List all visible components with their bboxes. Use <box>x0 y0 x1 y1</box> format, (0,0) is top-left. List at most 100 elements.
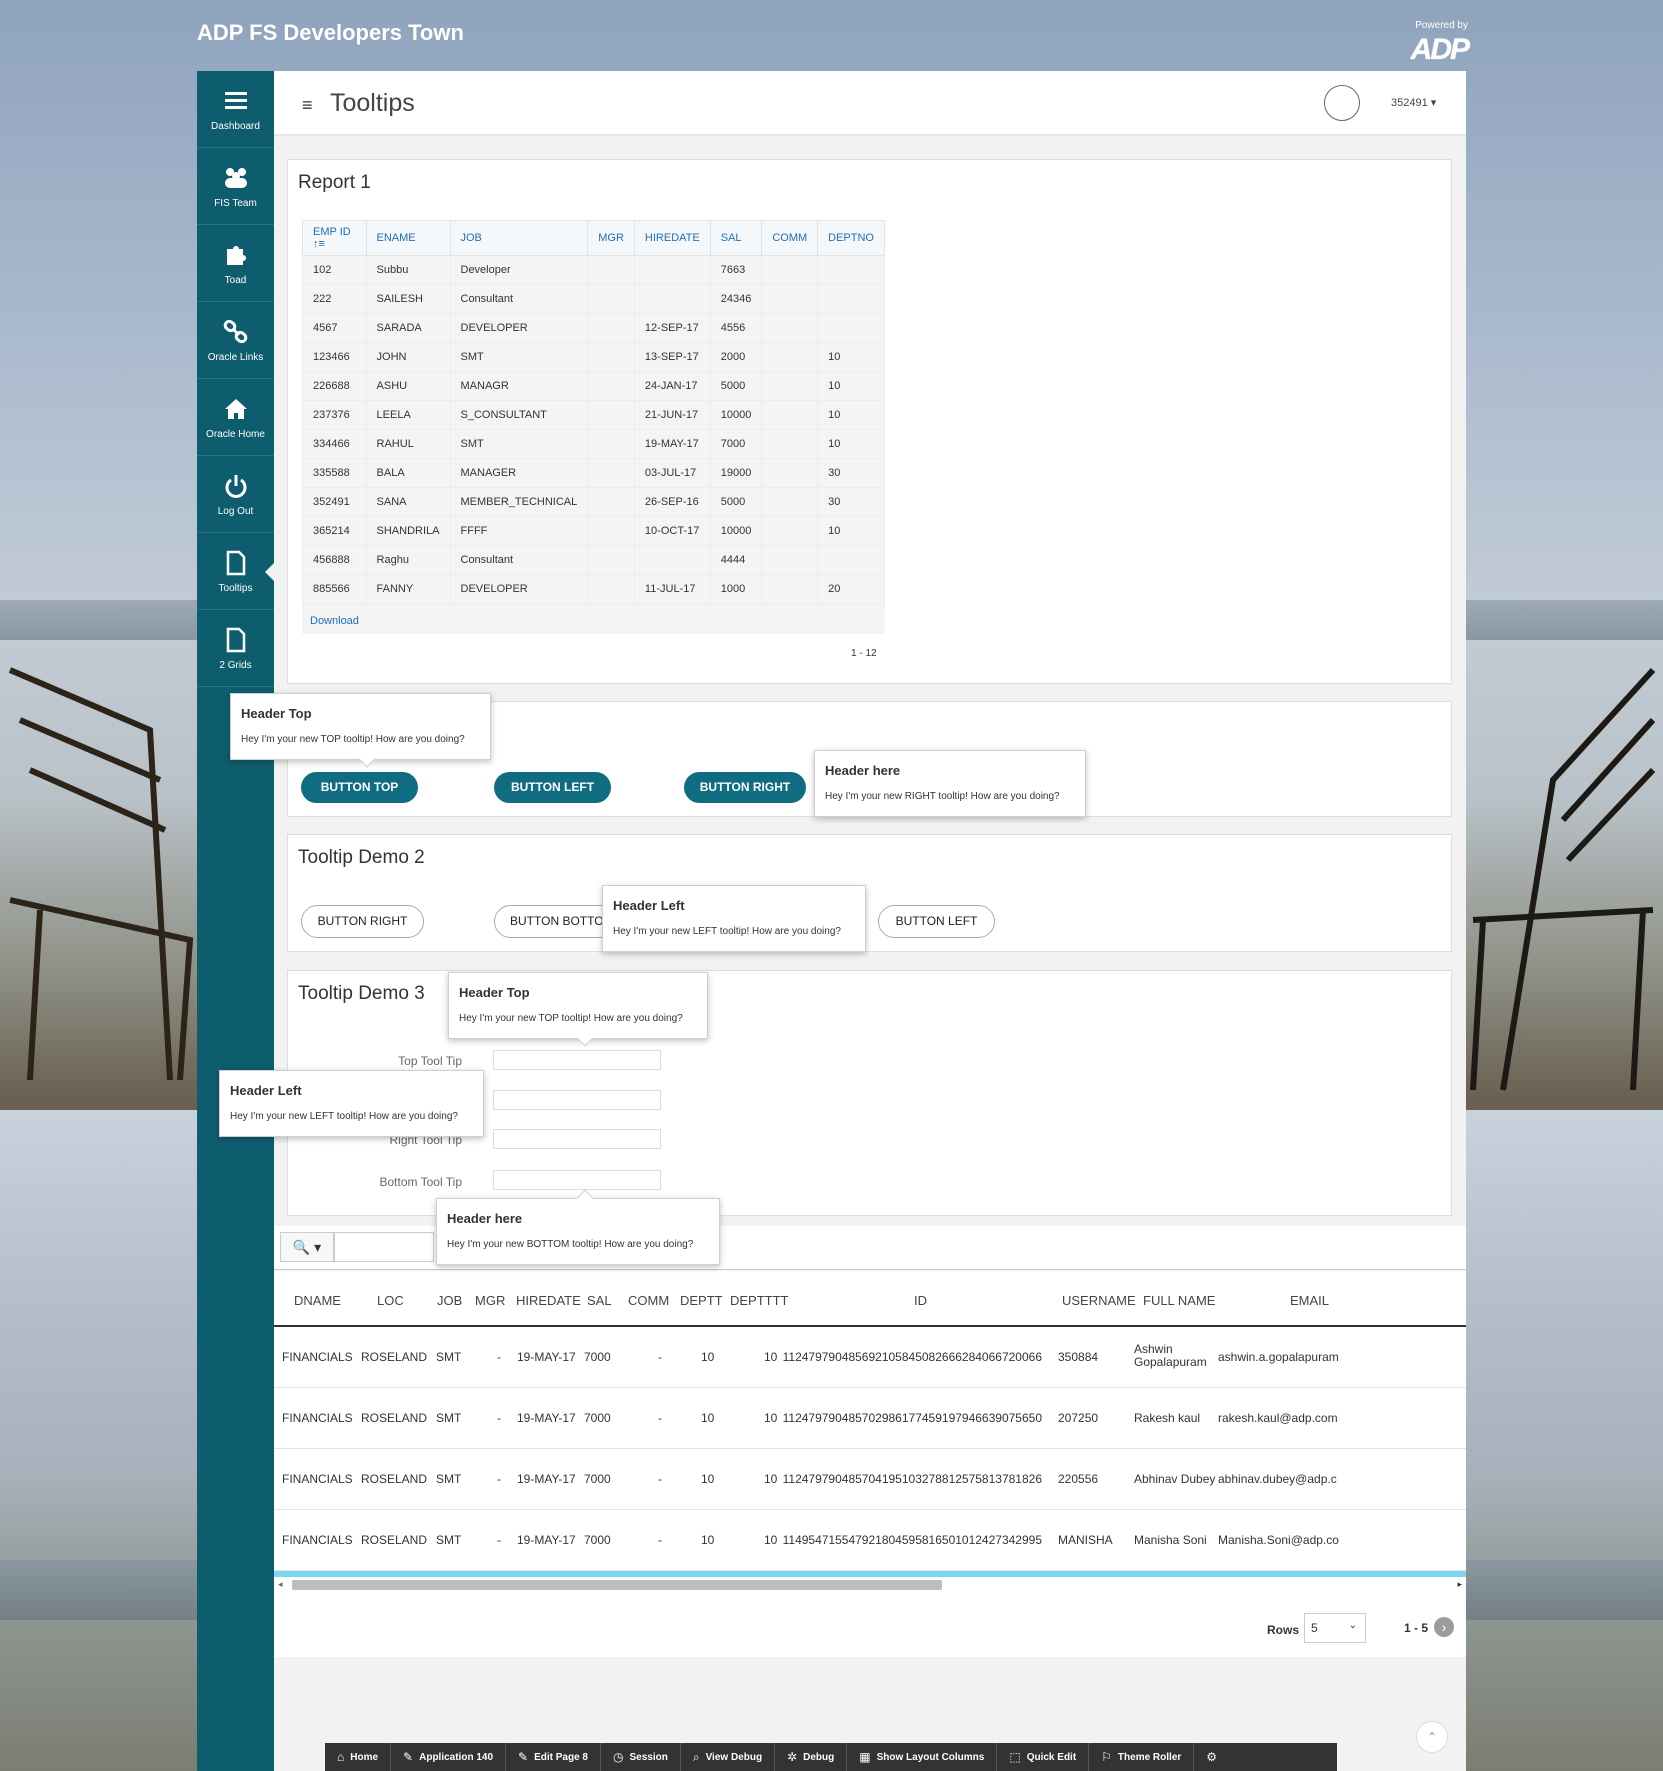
grid-column-header[interactable]: HIREDATE <box>516 1293 581 1308</box>
bottom-tool-tip-input[interactable] <box>493 1170 661 1190</box>
dev-session-button[interactable]: ◷ Session <box>601 1743 681 1771</box>
tooltip-top-demo3: Header Top Hey I'm your new TOP tooltip!… <box>448 972 708 1047</box>
grid-cell: 7000 <box>584 1533 611 1547</box>
scrollbar-thumb[interactable] <box>292 1580 942 1590</box>
sidebar-item-fis-team[interactable]: FIS Team <box>197 148 274 225</box>
column-header[interactable]: JOB <box>449 220 589 256</box>
dev-theme-roller-button[interactable]: ⚐ Theme Roller <box>1089 1743 1195 1771</box>
grid-column-header[interactable]: DNAME <box>294 1293 341 1308</box>
table-cell: 2000 <box>709 342 763 372</box>
grid-column-header[interactable]: COMM <box>628 1293 669 1308</box>
table-cell: Raghu <box>365 545 451 575</box>
sidebar-item-log-out[interactable]: Log Out <box>197 456 274 533</box>
grid-row[interactable]: FINANCIALS ROSELAND SMT - 19-MAY-17 7000 - 10 10… <box>274 1510 1466 1571</box>
grid-column-header[interactable]: FULL NAME <box>1143 1293 1215 1308</box>
sidebar-item-oracle-links[interactable]: Oracle Links <box>197 302 274 379</box>
scroll-to-top-button[interactable]: ⌃ <box>1416 1721 1448 1753</box>
button-top[interactable]: BUTTON TOP <box>301 772 418 803</box>
button-bottom-outline[interactable]: BUTTON BOTTO <box>494 905 617 938</box>
table-cell <box>817 284 885 314</box>
dev-toolbar-label: Home <box>350 1751 379 1763</box>
sidebar-item-dashboard[interactable]: Dashboard <box>197 71 274 148</box>
grid-column-header[interactable]: JOB <box>437 1293 462 1308</box>
top-tool-tip-input[interactable] <box>493 1050 661 1070</box>
right-tool-tip-input[interactable] <box>493 1129 661 1149</box>
grid-column-header[interactable]: MGR <box>475 1293 505 1308</box>
left-tool-tip-input[interactable] <box>493 1090 661 1110</box>
sidebar-item-label: Toad <box>224 274 247 286</box>
column-header[interactable]: SAL <box>709 220 763 256</box>
sidebar-item-toad[interactable]: Toad <box>197 225 274 302</box>
grid-column-header[interactable]: LOC <box>377 1293 404 1308</box>
table-row: 352491 SANA MEMBER_TECHNICAL 26-SEP-16 5000 3… <box>302 487 885 517</box>
dev-view-debug-button[interactable]: ⌕ View Debug <box>681 1743 776 1771</box>
button-right[interactable]: BUTTON RIGHT <box>684 772 806 803</box>
table-cell <box>587 400 635 430</box>
table-cell: 456888 <box>302 545 367 575</box>
grid-search-input[interactable] <box>334 1232 434 1262</box>
column-header[interactable]: EMP ID ↑≡ <box>302 220 367 256</box>
grid-column-header[interactable]: DEPTTTT <box>730 1293 789 1308</box>
horizontal-scrollbar[interactable]: ◂ ▸ <box>274 1577 1466 1593</box>
rows-value: 5 <box>1311 1621 1318 1635</box>
dev-quick-edit-button[interactable]: ⬚ Quick Edit <box>997 1743 1090 1771</box>
dev-debug-button[interactable]: ✲ Debug <box>775 1743 848 1771</box>
table-cell <box>633 255 711 285</box>
table-row: 885566 FANNY DEVELOPER 11-JUL-17 1000 20 <box>302 574 885 604</box>
dev-home-button[interactable]: ⌂ Home <box>325 1743 392 1771</box>
table-cell: 102 <box>302 255 367 285</box>
button-right-outline[interactable]: BUTTON RIGHT <box>301 905 424 938</box>
rows-per-page-select[interactable]: 5 ⌄ <box>1304 1613 1366 1643</box>
column-header[interactable]: COMM <box>761 220 819 256</box>
avatar[interactable] <box>1324 85 1360 121</box>
grid-row[interactable]: FINANCIALS ROSELAND SMT - 19-MAY-17 7000 - 10 10… <box>274 1327 1466 1388</box>
main-content: ≡ Tooltips 352491 ▾ Report 1 EMP ID ↑≡ EN… <box>274 71 1466 1771</box>
dev-toolbar-label: Edit Page 8 <box>534 1751 588 1763</box>
grid-column-header[interactable]: ID <box>914 1293 927 1308</box>
table-cell: Consultant <box>449 284 589 314</box>
table-row: 226688 ASHU MANAGR 24-JAN-17 5000 10 <box>302 371 885 401</box>
table-cell <box>761 313 819 343</box>
sidebar-item-2-grids[interactable]: 2 Grids <box>197 610 274 687</box>
edit-icon: ✎ <box>518 1750 529 1764</box>
table-cell: SMT <box>449 342 589 372</box>
grid-column-header[interactable]: DEPTT <box>680 1293 723 1308</box>
table-cell <box>587 458 635 488</box>
menu-toggle-icon[interactable]: ≡ <box>302 95 313 116</box>
grid-column-header[interactable]: USERNAME <box>1062 1293 1136 1308</box>
user-menu[interactable]: 352491 ▾ <box>1391 96 1436 109</box>
next-page-button[interactable]: › <box>1434 1617 1454 1637</box>
tooltip-header: Header here <box>447 1211 523 1226</box>
sidebar-item-oracle-home[interactable]: Oracle Home <box>197 379 274 456</box>
button-left-outline[interactable]: BUTTON LEFT <box>878 905 995 938</box>
download-link[interactable]: Download <box>310 615 359 627</box>
dev-settings-button[interactable]: ⚙ <box>1194 1743 1235 1771</box>
table-cell: 4556 <box>709 313 763 343</box>
search-menu-button[interactable]: 🔍 ▾ <box>280 1232 334 1262</box>
grid-cell: SMT <box>436 1533 462 1547</box>
column-header[interactable]: HIREDATE <box>633 220 711 256</box>
table-cell <box>761 255 819 285</box>
column-header[interactable]: MGR <box>587 220 635 256</box>
column-header[interactable]: ENAME <box>365 220 451 256</box>
dev-application-button[interactable]: ✎ Application 140 <box>391 1743 507 1771</box>
dev-layout-columns-button[interactable]: ▦ Show Layout Columns <box>847 1743 998 1771</box>
table-cell: 24346 <box>709 284 763 314</box>
gear-icon: ⚙ <box>1206 1750 1218 1764</box>
clock-icon: ◷ <box>612 1750 624 1764</box>
sidebar-item-tooltips[interactable]: Tooltips <box>197 533 274 610</box>
table-cell: 4444 <box>709 545 763 575</box>
report-1-region: Report 1 EMP ID ↑≡ ENAME JOB MGR HIREDATE SAL… <box>287 159 1452 684</box>
team-icon <box>224 167 247 188</box>
grid-row[interactable]: FINANCIALS ROSELAND SMT - 19-MAY-17 7000 - 10 10… <box>274 1449 1466 1510</box>
grid-column-header[interactable]: SAL <box>587 1293 612 1308</box>
table-cell: LEELA <box>365 400 451 430</box>
table-cell <box>761 545 819 575</box>
button-left[interactable]: BUTTON LEFT <box>494 772 611 803</box>
grid-cell: 10 <box>701 1472 715 1486</box>
grid-row[interactable]: FINANCIALS ROSELAND SMT - 19-MAY-17 7000 - 10 10… <box>274 1388 1466 1449</box>
grid-column-header[interactable]: EMAIL <box>1290 1293 1329 1308</box>
grid-cell: 19-MAY-17 <box>517 1350 576 1364</box>
column-header[interactable]: DEPTNO <box>817 220 885 256</box>
dev-edit-page-button[interactable]: ✎ Edit Page 8 <box>506 1743 601 1771</box>
